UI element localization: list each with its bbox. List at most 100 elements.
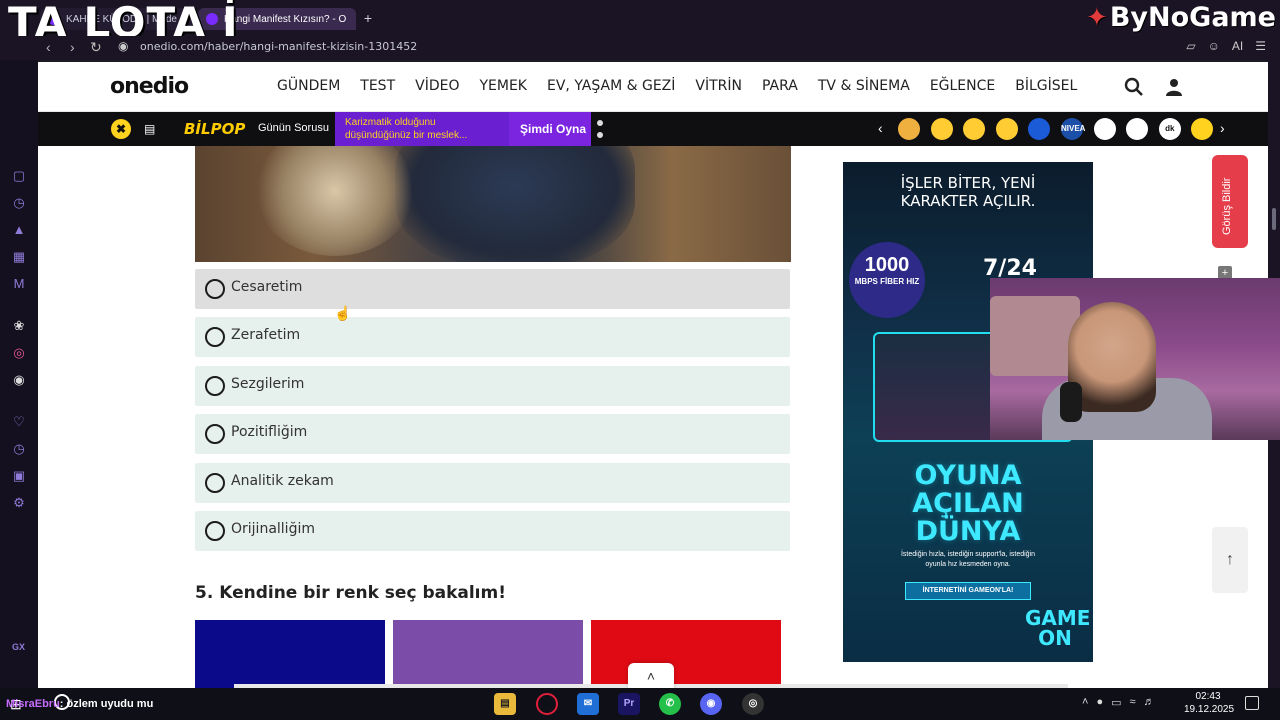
nav-item[interactable]: TEST <box>360 78 395 94</box>
nav-item[interactable]: EV, YAŞAM & GEZİ <box>547 78 675 94</box>
radio-icon[interactable] <box>205 424 225 445</box>
chevron-up-icon[interactable]: ˄ <box>1082 696 1088 709</box>
chevron-right-icon[interactable]: › <box>1220 120 1225 136</box>
bilpop-logo[interactable]: BİLPOP <box>184 120 245 138</box>
discord-icon[interactable]: ◉ <box>11 372 27 388</box>
brand-badge-icon[interactable] <box>1191 118 1214 140</box>
radio-icon[interactable] <box>205 375 225 396</box>
answer-option[interactable]: Cesaretim <box>195 269 790 309</box>
scroll-to-top-button[interactable]: ↑ <box>1212 527 1248 593</box>
radio-icon[interactable] <box>205 472 225 493</box>
notification-icon[interactable] <box>1245 696 1259 710</box>
gx-label: GX <box>12 642 26 652</box>
history-icon[interactable]: ◷ <box>11 441 27 457</box>
bilpop-promo-bar: ✖ ▤ BİLPOP Günün Sorusu Karizmatik olduğ… <box>38 112 790 146</box>
nav-item[interactable]: PARA <box>762 78 798 94</box>
color-swatch-option[interactable] <box>393 620 583 688</box>
site-logo[interactable]: onedio <box>110 74 189 99</box>
radio-icon[interactable] <box>205 327 225 348</box>
answer-option[interactable]: Pozitifliğim <box>195 414 790 455</box>
answer-label: Analitik zekam <box>231 472 334 489</box>
answer-option[interactable]: Analitik zekam <box>195 462 790 503</box>
user-icon[interactable] <box>1164 77 1184 97</box>
url-field[interactable]: onedio.com/haber/hangi-manifest-kizisin-… <box>140 40 417 53</box>
brand-badge-icon[interactable]: dk <box>1158 118 1181 140</box>
battery-icon[interactable]: ▭ <box>1111 696 1121 709</box>
answer-label: Pozitifliğim <box>231 424 308 441</box>
ad-speed-number: 1000 <box>864 254 910 276</box>
volume-icon[interactable]: ♬ <box>1144 696 1155 709</box>
answer-option[interactable]: Zerafetim <box>195 317 790 358</box>
file-explorer-icon[interactable]: ▤ <box>494 693 516 715</box>
brand-badge-icon[interactable] <box>995 118 1018 140</box>
ai-button[interactable]: AI <box>1232 39 1243 53</box>
close-x-icon[interactable]: ✖ <box>111 119 131 139</box>
discord-taskbar-icon[interactable]: ◉ <box>700 693 722 715</box>
nav-item[interactable]: BİLGİSEL <box>1015 78 1077 94</box>
brand-badge-icon[interactable] <box>1028 118 1051 140</box>
mic-tray-icon[interactable]: ● <box>1096 696 1103 709</box>
puzzle-icon[interactable]: ▣ <box>11 468 27 484</box>
brand-carousel: ‹ › NIVEA dk <box>790 112 1268 146</box>
color-swatch-option[interactable] <box>195 620 385 688</box>
store-icon[interactable]: ▲ <box>11 222 27 238</box>
color-swatch-option[interactable] <box>591 620 781 688</box>
chat-overlay: MisraEbru: özlem uyudu mu <box>6 698 153 710</box>
m-icon[interactable]: M <box>11 276 27 292</box>
screen: KAHPE KÜLÖDE | Made Hangi Manifest Kızıs… <box>0 0 1280 720</box>
feedback-label: Görüş Bildir <box>1221 177 1233 235</box>
twitch-icon[interactable]: ▦ <box>11 249 27 265</box>
more-dots-icon[interactable] <box>597 120 603 144</box>
forward-icon[interactable]: › <box>70 39 75 55</box>
chatgpt-icon[interactable]: ❀ <box>11 318 27 334</box>
obs-icon[interactable]: ◎ <box>742 693 764 715</box>
nav-item[interactable]: VİTRİN <box>695 78 742 94</box>
wifi-icon[interactable]: ≈ <box>1130 696 1136 709</box>
brand-badge-icon[interactable] <box>930 118 953 140</box>
nav-item[interactable]: GÜNDEM <box>277 78 340 94</box>
nav-item[interactable]: YEMEK <box>479 78 527 94</box>
reload-icon[interactable]: ↻ <box>90 39 102 56</box>
back-icon[interactable]: ‹ <box>46 39 51 55</box>
brand-badge-icon[interactable] <box>1126 118 1149 140</box>
clock[interactable]: 02:43 19.12.2025 <box>1184 690 1234 716</box>
settings-icon[interactable]: ⚙ <box>11 495 27 511</box>
answer-option[interactable]: Sezgilerim <box>195 365 790 406</box>
chevron-up-icon[interactable]: ˄ <box>628 663 674 688</box>
whatsapp-icon[interactable]: ✆ <box>659 693 681 715</box>
ad-speed-unit: MBPS FİBER HIZ <box>854 277 920 286</box>
outlook-icon[interactable]: ✉ <box>577 693 599 715</box>
chevron-left-icon[interactable]: ‹ <box>878 120 883 136</box>
scrollbar-thumb[interactable] <box>1272 208 1276 230</box>
brand-badge-icon[interactable]: NIVEA <box>1061 118 1085 140</box>
brand-badge-icon[interactable] <box>1093 118 1116 140</box>
extensions-icon[interactable]: ▱ <box>1186 39 1195 53</box>
speed-icon[interactable]: ◷ <box>11 195 27 211</box>
new-tab-button[interactable]: + <box>360 10 376 26</box>
flame-icon: ✦ <box>1086 3 1108 33</box>
brand-badge-icon[interactable] <box>963 118 986 140</box>
radio-icon[interactable] <box>205 279 225 299</box>
gamepad-icon[interactable]: ▢ <box>11 168 27 184</box>
address-bar: ‹ › ↻ ◉ onedio.com/haber/hangi-manifest-… <box>0 36 1280 60</box>
play-now-button[interactable]: Şimdi Oyna <box>509 112 591 146</box>
premiere-icon[interactable]: Pr <box>618 693 640 715</box>
nav-item[interactable]: VİDEO <box>415 78 459 94</box>
nav-item[interactable]: TV & SİNEMA <box>818 78 910 94</box>
search-icon[interactable] <box>1124 77 1144 97</box>
question-image <box>195 146 791 262</box>
feedback-button[interactable]: Görüş Bildir <box>1212 155 1248 248</box>
answer-option[interactable]: Orijinalliğim <box>195 511 790 551</box>
radio-icon[interactable] <box>205 521 225 541</box>
opera-gx-icon[interactable] <box>536 693 558 715</box>
nav-item[interactable]: EĞLENCE <box>930 78 995 94</box>
question-preview[interactable]: Karizmatik olduğunu düşündüğünüz bir mes… <box>335 112 509 146</box>
clock-time: 02:43 <box>1195 691 1221 702</box>
sponsor-logo: ✦ ByNoGame <box>1086 2 1276 34</box>
menu-icon[interactable]: ☰ <box>1255 39 1266 53</box>
brand-badge-icon[interactable] <box>898 118 920 140</box>
instagram-icon[interactable]: ◎ <box>11 345 27 361</box>
ad-cta-button[interactable]: İNTERNETİNİ GAMEON'LA! <box>905 582 1031 600</box>
profile-icon[interactable]: ☺ <box>1208 39 1220 53</box>
heart-icon[interactable]: ♡ <box>11 414 27 430</box>
